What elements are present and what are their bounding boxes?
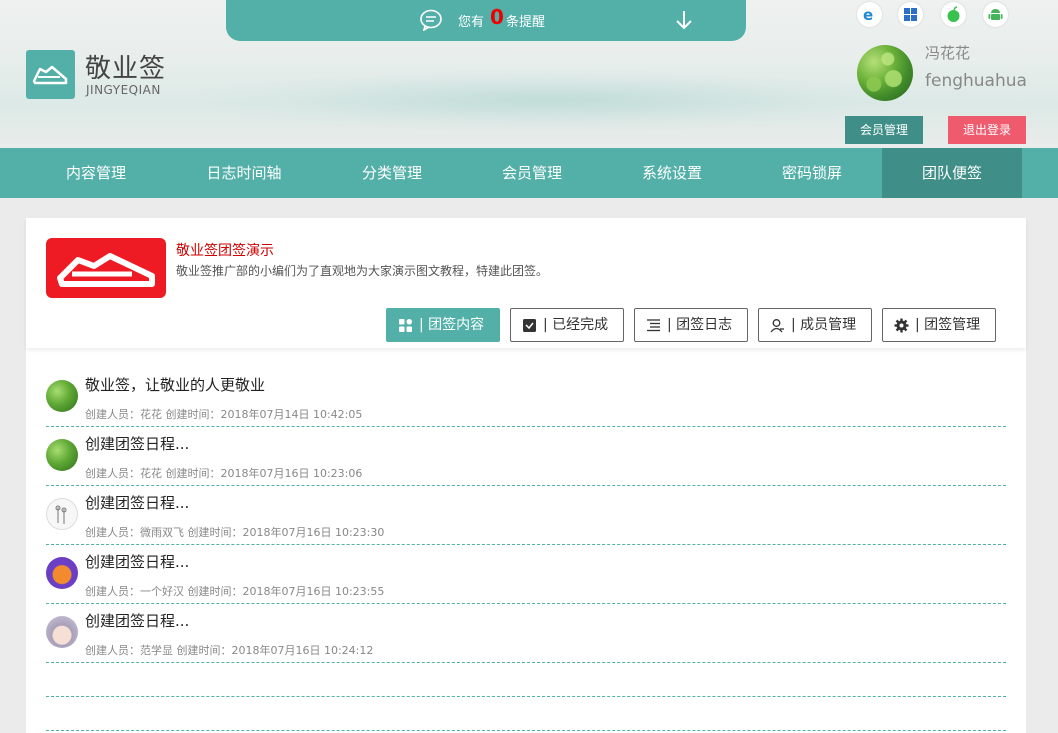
tab-team-manage-label: | 团签管理 (915, 317, 981, 333)
note-list: 敬业签，让敬业的人更敬业 创建人员：花花 创建时间：2018年07月14日 10… (46, 368, 1006, 663)
user-avatar[interactable] (857, 45, 913, 101)
notice-prefix: 您有 (458, 15, 485, 30)
arrow-down-icon[interactable] (674, 9, 694, 31)
avatar (46, 380, 78, 412)
message-icon (420, 9, 442, 31)
header-background (200, 70, 900, 130)
grid-icon (399, 319, 412, 332)
user-name-en: fenghuahua (925, 71, 1027, 91)
nav-team-notes[interactable]: 团队便签 (882, 148, 1022, 198)
nav-member[interactable]: 会员管理 (462, 148, 602, 198)
item-meta: 创建人员：范学显 创建时间：2018年07月16日 10:24:12 (85, 644, 374, 657)
list-item[interactable]: 敬业签，让敬业的人更敬业 创建人员：花花 创建时间：2018年07月14日 10… (46, 368, 1006, 427)
divider (46, 696, 1006, 697)
user-icon (770, 319, 784, 333)
main-nav: 内容管理 日志时间轴 分类管理 会员管理 系统设置 密码锁屏 团队便签 (0, 148, 1058, 198)
nav-content[interactable]: 内容管理 (26, 148, 166, 198)
ie-icon[interactable]: e (857, 2, 882, 27)
item-meta: 创建人员：一个好汉 创建时间：2018年07月16日 10:23:55 (85, 585, 385, 598)
nav-category[interactable]: 分类管理 (322, 148, 462, 198)
tab-team-content-label: | 团签内容 (419, 317, 485, 333)
nav-lockscreen[interactable]: 密码锁屏 (742, 148, 882, 198)
avatar (46, 439, 78, 471)
item-title: 创建团签日程... (85, 553, 190, 571)
tab-team-log[interactable]: | 团签日志 (634, 308, 748, 342)
tab-team-content[interactable]: | 团签内容 (386, 308, 500, 342)
header: 您有 0 条提醒 敬业签 JINGYEQIAN e 冯花花 fenghuahua… (0, 0, 1058, 148)
apple-icon[interactable] (941, 2, 966, 27)
tab-completed-label: | 已经完成 (543, 317, 609, 333)
list-icon (647, 319, 660, 332)
user-name-cn: 冯花花 (925, 44, 971, 62)
notification-bar[interactable]: 您有 0 条提醒 (226, 0, 746, 41)
divider (46, 730, 1006, 731)
item-meta: 创建人员：花花 创建时间：2018年07月16日 10:23:06 (85, 467, 363, 480)
member-manage-button[interactable]: 会员管理 (845, 116, 923, 144)
windows-icon[interactable] (898, 2, 923, 27)
team-card: 敬业签团签演示 敬业签推广部的小编们为了直观地为大家演示图文教程，特建此团签。 … (26, 218, 1026, 733)
nav-settings[interactable]: 系统设置 (602, 148, 742, 198)
list-item[interactable]: 创建团签日程... 创建人员：范学显 创建时间：2018年07月16日 10:2… (46, 604, 1006, 663)
team-title[interactable]: 敬业签团签演示 (176, 240, 274, 260)
logout-button[interactable]: 退出登录 (948, 116, 1026, 144)
item-title: 创建团签日程... (85, 435, 190, 453)
archive-icon (523, 319, 536, 332)
notice-count: 0 (490, 5, 504, 29)
brand-name: 敬业签 (85, 54, 167, 84)
notice-suffix: 条提醒 (506, 15, 546, 30)
tab-member-manage-label: | 成员管理 (791, 317, 857, 333)
tab-member-manage[interactable]: | 成员管理 (758, 308, 872, 342)
android-icon[interactable] (983, 2, 1008, 27)
item-meta: 创建人员：花花 创建时间：2018年07月14日 10:42:05 (85, 408, 363, 421)
tab-team-manage[interactable]: | 团签管理 (882, 308, 996, 342)
item-title: 创建团签日程... (85, 612, 190, 630)
tab-completed[interactable]: | 已经完成 (510, 308, 624, 342)
team-logo-icon (57, 253, 155, 287)
team-description: 敬业签推广部的小编们为了直观地为大家演示图文教程，特建此团签。 (176, 264, 549, 278)
item-title: 创建团签日程... (85, 494, 190, 512)
avatar (46, 498, 78, 530)
item-title: 敬业签，让敬业的人更敬业 (85, 376, 266, 394)
tab-team-log-label: | 团签日志 (667, 317, 733, 333)
avatar (46, 616, 78, 648)
nav-timeline[interactable]: 日志时间轴 (174, 148, 314, 198)
logo[interactable] (26, 50, 75, 99)
item-meta: 创建人员：微雨双飞 创建时间：2018年07月16日 10:23:30 (85, 526, 385, 539)
team-logo (46, 238, 166, 298)
list-item[interactable]: 创建团签日程... 创建人员：一个好汉 创建时间：2018年07月16日 10:… (46, 545, 1006, 604)
team-header: 敬业签团签演示 敬业签推广部的小编们为了直观地为大家演示图文教程，特建此团签。 … (26, 218, 1026, 348)
gear-icon (894, 318, 909, 333)
list-item[interactable]: 创建团签日程... 创建人员：微雨双飞 创建时间：2018年07月16日 10:… (46, 486, 1006, 545)
brand-subtitle: JINGYEQIAN (86, 83, 161, 97)
avatar (46, 557, 78, 589)
list-item[interactable]: 创建团签日程... 创建人员：花花 创建时间：2018年07月16日 10:23… (46, 427, 1006, 486)
svg-text:e: e (863, 6, 873, 23)
logo-icon (32, 65, 68, 85)
